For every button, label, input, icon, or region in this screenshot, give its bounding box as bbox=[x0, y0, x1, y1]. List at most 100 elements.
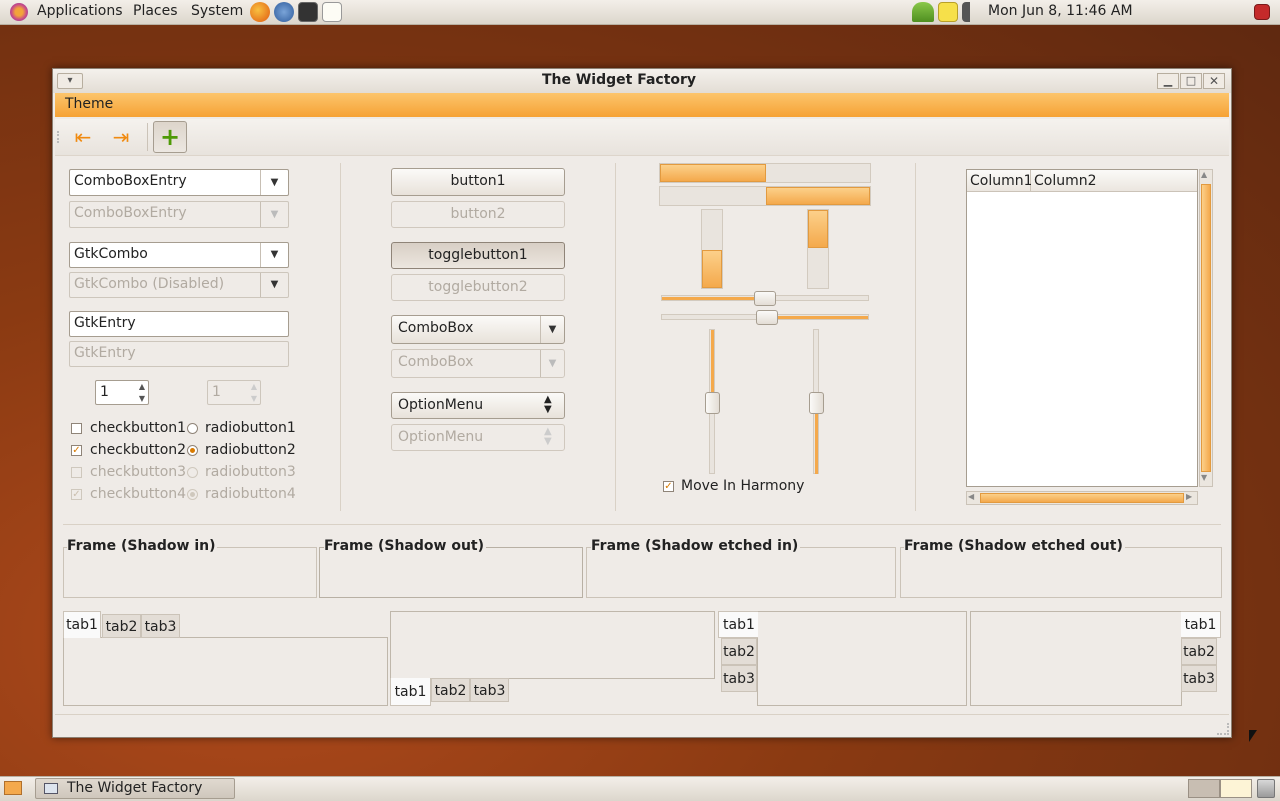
notebook-bottom-tab3[interactable]: tab3 bbox=[470, 678, 509, 702]
add-button[interactable]: + bbox=[153, 121, 187, 153]
scroll-right-icon[interactable]: ▶ bbox=[1186, 492, 1192, 501]
notebook-right-tab1[interactable]: tab1 bbox=[1181, 611, 1221, 638]
chevron-down-icon: ▼ bbox=[260, 273, 288, 297]
taskbar-label: The Widget Factory bbox=[67, 780, 203, 796]
go-last-icon[interactable]: ⇥ bbox=[109, 125, 133, 149]
statusbar-separator bbox=[55, 714, 1229, 715]
scroll-up-icon[interactable]: ▲ bbox=[1201, 170, 1207, 179]
chevron-down-icon[interactable]: ▼ bbox=[540, 316, 564, 343]
notes-icon[interactable] bbox=[938, 2, 958, 22]
frame-shadow-etched-out bbox=[900, 547, 1222, 598]
ubuntu-logo-icon[interactable] bbox=[10, 3, 28, 21]
chevron-down-icon: ▼ bbox=[540, 350, 564, 377]
tree-view[interactable]: Column1 Column2 bbox=[966, 169, 1198, 487]
notebook-left-tab1[interactable]: tab1 bbox=[718, 611, 758, 638]
notebook-top-tab3[interactable]: tab3 bbox=[141, 614, 180, 638]
terminal-icon[interactable] bbox=[298, 2, 318, 22]
taskbar-button[interactable]: The Widget Factory bbox=[35, 778, 235, 799]
radiobutton2-label[interactable]: radiobutton2 bbox=[205, 442, 296, 458]
chevron-down-icon[interactable]: ▼ bbox=[260, 170, 288, 195]
workspace-2[interactable] bbox=[1220, 779, 1252, 798]
radiobutton2-dot[interactable] bbox=[187, 445, 198, 456]
checkbutton1-box[interactable] bbox=[71, 423, 82, 434]
scroll-thumb[interactable] bbox=[980, 493, 1184, 503]
togglebutton1[interactable]: togglebutton1 bbox=[391, 242, 565, 269]
scroll-left-icon[interactable]: ◀ bbox=[968, 492, 974, 501]
notebook-left-tab2[interactable]: tab2 bbox=[721, 638, 757, 665]
menu-bar: Theme bbox=[55, 93, 1229, 117]
notebook-bottom-tab2[interactable]: tab2 bbox=[431, 678, 470, 702]
notebook-right-tab2[interactable]: tab2 bbox=[1181, 638, 1217, 665]
hscale-2[interactable] bbox=[661, 310, 869, 325]
notebook-left-tab3[interactable]: tab3 bbox=[721, 665, 757, 692]
notebook-top-tab2[interactable]: tab2 bbox=[102, 614, 141, 638]
vscale-1[interactable] bbox=[705, 329, 720, 474]
combobox[interactable]: ComboBox ▼ bbox=[391, 315, 565, 344]
gtk-entry[interactable]: GtkEntry bbox=[69, 311, 289, 337]
notebook-bottom-tab1[interactable]: tab1 bbox=[390, 678, 431, 706]
spin-button[interactable]: 1 ▲ ▼ bbox=[95, 380, 149, 405]
mail-icon[interactable] bbox=[274, 2, 294, 22]
notebook-left-page bbox=[757, 611, 967, 706]
notebook-right-tab3[interactable]: tab3 bbox=[1181, 665, 1217, 692]
radiobutton1-label[interactable]: radiobutton1 bbox=[205, 420, 296, 436]
resize-grip-icon[interactable] bbox=[1217, 723, 1229, 735]
button1[interactable]: button1 bbox=[391, 168, 565, 196]
scroll-down-icon[interactable]: ▼ bbox=[1201, 473, 1207, 482]
tree-header-column1[interactable]: Column1 bbox=[967, 170, 1033, 192]
radiobutton1-dot[interactable] bbox=[187, 423, 198, 434]
clock[interactable]: Mon Jun 8, 11:46 AM bbox=[988, 3, 1133, 19]
firefox-icon[interactable] bbox=[250, 2, 270, 22]
vscale-fill bbox=[815, 404, 818, 474]
workspace-1[interactable] bbox=[1188, 779, 1220, 798]
maximize-icon[interactable]: □ bbox=[1180, 73, 1202, 89]
hscale-1[interactable] bbox=[661, 291, 869, 306]
progress-bar-v2 bbox=[807, 209, 829, 289]
volume-icon[interactable] bbox=[962, 2, 982, 22]
close-icon[interactable]: ✕ bbox=[1203, 73, 1225, 89]
power-icon[interactable] bbox=[1254, 4, 1270, 20]
combo-box-entry[interactable]: ComboBoxEntry ▼ bbox=[69, 169, 289, 196]
spin-up-icon[interactable]: ▲ bbox=[136, 381, 148, 392]
trash-icon[interactable] bbox=[1257, 779, 1275, 798]
title-bar[interactable]: ▾ The Widget Factory ▁ □ ✕ bbox=[53, 69, 1231, 93]
chevron-down-icon[interactable]: ▼ bbox=[260, 243, 288, 267]
notebook-top-tab1[interactable]: tab1 bbox=[63, 611, 101, 638]
checkbutton1-label[interactable]: checkbutton1 bbox=[90, 420, 186, 436]
move-in-harmony-box[interactable]: ✓ bbox=[663, 481, 674, 492]
places-menu[interactable]: Places bbox=[133, 3, 178, 19]
frame-shadow-in bbox=[63, 547, 317, 598]
gtk-combo-disabled: GtkCombo (Disabled) ▼ bbox=[69, 272, 289, 298]
minimize-icon[interactable]: ▁ bbox=[1157, 73, 1179, 89]
tree-hscrollbar[interactable]: ◀ ▶ bbox=[966, 491, 1198, 505]
spin-down-icon[interactable]: ▼ bbox=[136, 393, 148, 404]
applications-menu[interactable]: Applications bbox=[37, 3, 123, 19]
combo-box-entry-text: ComboBoxEntry bbox=[74, 173, 187, 189]
vscale-handle[interactable] bbox=[705, 392, 720, 414]
optionmenu-text: OptionMenu bbox=[398, 397, 484, 413]
system-menu[interactable]: System bbox=[191, 3, 243, 19]
vscale-2[interactable] bbox=[809, 329, 824, 474]
text-editor-icon[interactable] bbox=[322, 2, 342, 22]
wifi-icon[interactable] bbox=[912, 2, 934, 22]
hscale-handle[interactable] bbox=[754, 291, 776, 306]
scroll-thumb[interactable] bbox=[1201, 184, 1211, 472]
button2: button2 bbox=[391, 201, 565, 228]
optionmenu[interactable]: OptionMenu ▲ ▼ bbox=[391, 392, 565, 419]
checkbutton2-label[interactable]: checkbutton2 bbox=[90, 442, 186, 458]
vscale-handle[interactable] bbox=[809, 392, 824, 414]
move-in-harmony-label[interactable]: Move In Harmony bbox=[681, 478, 804, 494]
theme-menu[interactable]: Theme bbox=[65, 96, 113, 112]
go-first-icon[interactable]: ⇤ bbox=[71, 125, 95, 149]
tree-vscrollbar[interactable]: ▲ ▼ bbox=[1199, 169, 1213, 487]
column-separator bbox=[340, 163, 341, 511]
checkbutton2-box[interactable]: ✓ bbox=[71, 445, 82, 456]
radiobutton4-label: radiobutton4 bbox=[205, 486, 296, 502]
progress-fill bbox=[660, 164, 766, 182]
show-desktop-icon[interactable] bbox=[4, 781, 22, 795]
gtk-combo[interactable]: GtkCombo ▼ bbox=[69, 242, 289, 268]
combobox-text: ComboBox bbox=[398, 320, 474, 336]
tree-header-column2[interactable]: Column2 bbox=[1031, 170, 1197, 192]
hscale-handle[interactable] bbox=[756, 310, 778, 325]
checkbutton3-label: checkbutton3 bbox=[90, 464, 187, 480]
